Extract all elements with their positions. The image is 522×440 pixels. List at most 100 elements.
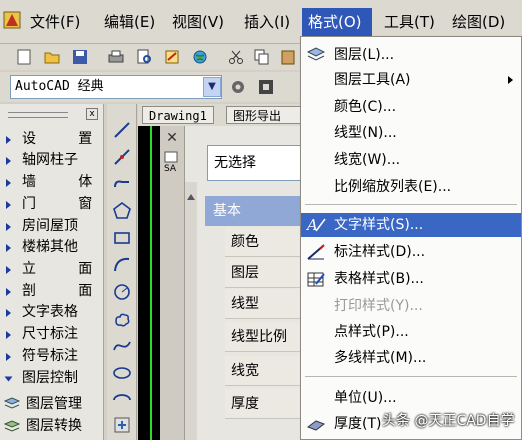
menu-item-color[interactable]: 颜色(C)...: [301, 95, 521, 119]
left-item-layer-control[interactable]: 图层控制: [4, 368, 102, 389]
insert-block-icon[interactable]: [110, 413, 134, 437]
tab-drawing1[interactable]: Drawing1: [142, 106, 214, 124]
polyline-tool-icon[interactable]: [110, 172, 134, 196]
prop-linetype[interactable]: 线型: [225, 289, 307, 319]
close-icon[interactable]: ✕: [163, 130, 181, 146]
menu-item-linetype[interactable]: 线型(N)...: [301, 121, 521, 145]
left-item-wall[interactable]: 墙 体: [6, 172, 102, 193]
menu-tools[interactable]: 工具(T): [382, 8, 437, 36]
left-item-layer-manager[interactable]: 图层管理: [3, 394, 100, 415]
menu-separator: [305, 204, 517, 205]
left-item-dimension[interactable]: 尺寸标注: [6, 324, 102, 345]
prop-layer[interactable]: 图层: [225, 258, 307, 288]
table-style-icon: [306, 270, 326, 288]
panel-grip[interactable]: [8, 112, 68, 118]
menu-item-layer-tools[interactable]: 图层工具(A): [301, 68, 521, 92]
left-item-text-table[interactable]: 文字表格: [6, 302, 102, 323]
menu-item-dimension-style[interactable]: 标注样式(D)...: [301, 240, 521, 264]
app-icon[interactable]: [2, 8, 24, 32]
paste-icon[interactable]: [278, 47, 298, 67]
open-folder-icon[interactable]: [42, 47, 62, 67]
menu-item-table-style[interactable]: 表格样式(B)...: [301, 267, 521, 291]
menu-item-plot-style: 打印样式(Y)...: [334, 298, 423, 314]
triangle-right-icon: [6, 223, 11, 231]
menu-separator: [305, 376, 517, 377]
menu-item-text-style[interactable]: A 文字样式(S)...: [301, 213, 521, 237]
left-item-stairs[interactable]: 楼梯其他: [6, 237, 102, 258]
ray-tool-icon[interactable]: [110, 145, 134, 169]
triangle-right-icon: [6, 331, 11, 339]
svg-text:A: A: [306, 216, 318, 234]
print-preview-icon[interactable]: [134, 47, 154, 67]
menu-item-multiline-style[interactable]: 多线样式(M)...: [301, 346, 521, 370]
dimension-style-icon: [306, 243, 326, 261]
panel-close-icon[interactable]: x: [86, 108, 98, 120]
triangle-right-icon: [6, 136, 11, 144]
publish-icon[interactable]: [162, 47, 182, 67]
triangle-right-icon: [6, 353, 11, 361]
menu-view[interactable]: 视图(V): [170, 8, 226, 36]
menu-item-lineweight[interactable]: 线宽(W)...: [301, 148, 521, 172]
arc-tool-icon[interactable]: [110, 253, 134, 277]
scroll-up-icon[interactable]: [187, 194, 195, 200]
prop-lineweight[interactable]: 线宽: [225, 356, 307, 386]
canvas-axis-line: [150, 126, 152, 440]
rectangle-tool-icon[interactable]: [110, 226, 134, 250]
menu-item-layer[interactable]: 图层(L)...: [301, 43, 521, 67]
layer-convert-icon: [3, 419, 21, 433]
cut-icon[interactable]: [226, 47, 246, 67]
workspace-gear-icon[interactable]: [256, 77, 276, 97]
ellipse-tool-icon[interactable]: [110, 361, 134, 385]
left-item-symbol[interactable]: 符号标注: [6, 346, 102, 367]
triangle-right-icon: [6, 266, 11, 274]
thickness-icon: [306, 415, 326, 433]
menu-item-units[interactable]: 单位(U)...: [301, 386, 521, 410]
menu-item-scale-list[interactable]: 比例缩放列表(E)...: [301, 175, 521, 199]
properties-scrollbar[interactable]: [185, 182, 197, 440]
chevron-down-icon[interactable]: ▼: [203, 77, 221, 97]
workspace-settings-icon[interactable]: [228, 77, 248, 97]
svg-text:SA: SA: [164, 164, 177, 172]
line-tool-icon[interactable]: [110, 118, 134, 142]
left-item-door-window[interactable]: 门 窗: [6, 194, 102, 215]
text-style-icon: A: [306, 216, 326, 234]
left-item-section[interactable]: 剖 面: [6, 281, 102, 302]
triangle-right-icon: [6, 288, 11, 296]
menu-item-point-style[interactable]: 点样式(P)...: [301, 320, 521, 344]
save-icon[interactable]: [70, 47, 90, 67]
selection-dropdown[interactable]: 无选择: [207, 145, 307, 181]
menu-format[interactable]: 格式(O): [302, 8, 372, 36]
menu-file[interactable]: 文件(F): [28, 8, 82, 36]
layers-icon: [3, 397, 21, 411]
new-file-icon[interactable]: [14, 47, 34, 67]
left-item-settings[interactable]: 设 置: [6, 129, 102, 150]
left-item-layer-convert[interactable]: 图层转换: [3, 416, 100, 437]
left-item-room-roof[interactable]: 房间屋顶: [6, 216, 102, 237]
workspace-select[interactable]: AutoCAD 经典: [10, 75, 222, 99]
group-basic-header[interactable]: 基本: [205, 196, 305, 226]
drawing-canvas[interactable]: [138, 126, 160, 440]
watermark-text: 头条 @天正CAD自学: [382, 413, 515, 429]
circle-tool-icon[interactable]: [110, 280, 134, 304]
left-item-elevation[interactable]: 立 面: [6, 259, 102, 280]
triangle-right-icon: [6, 157, 11, 165]
print-icon[interactable]: [106, 47, 126, 67]
prop-linetype-scale[interactable]: 线型比例: [225, 322, 307, 352]
globe-icon[interactable]: [190, 47, 210, 67]
polygon-tool-icon[interactable]: [110, 199, 134, 223]
triangle-down-icon: [4, 376, 13, 382]
auto-hide-icon[interactable]: SA: [162, 150, 182, 174]
ellipse-arc-tool-icon[interactable]: [110, 388, 134, 412]
layers-icon: [306, 46, 326, 64]
menu-draw[interactable]: 绘图(D): [450, 8, 507, 36]
prop-thickness[interactable]: 厚度: [225, 389, 307, 419]
prop-color[interactable]: 颜色: [225, 227, 307, 257]
spline-tool-icon[interactable]: [110, 334, 134, 358]
left-item-axis-grid[interactable]: 轴网柱子: [6, 150, 102, 171]
menu-insert[interactable]: 插入(I): [242, 8, 292, 36]
tab-export[interactable]: 图形导出: [226, 106, 306, 124]
triangle-right-icon: [6, 244, 11, 252]
revcloud-tool-icon[interactable]: [110, 307, 134, 331]
copy-icon[interactable]: [252, 47, 272, 67]
menu-edit[interactable]: 编辑(E): [102, 8, 157, 36]
